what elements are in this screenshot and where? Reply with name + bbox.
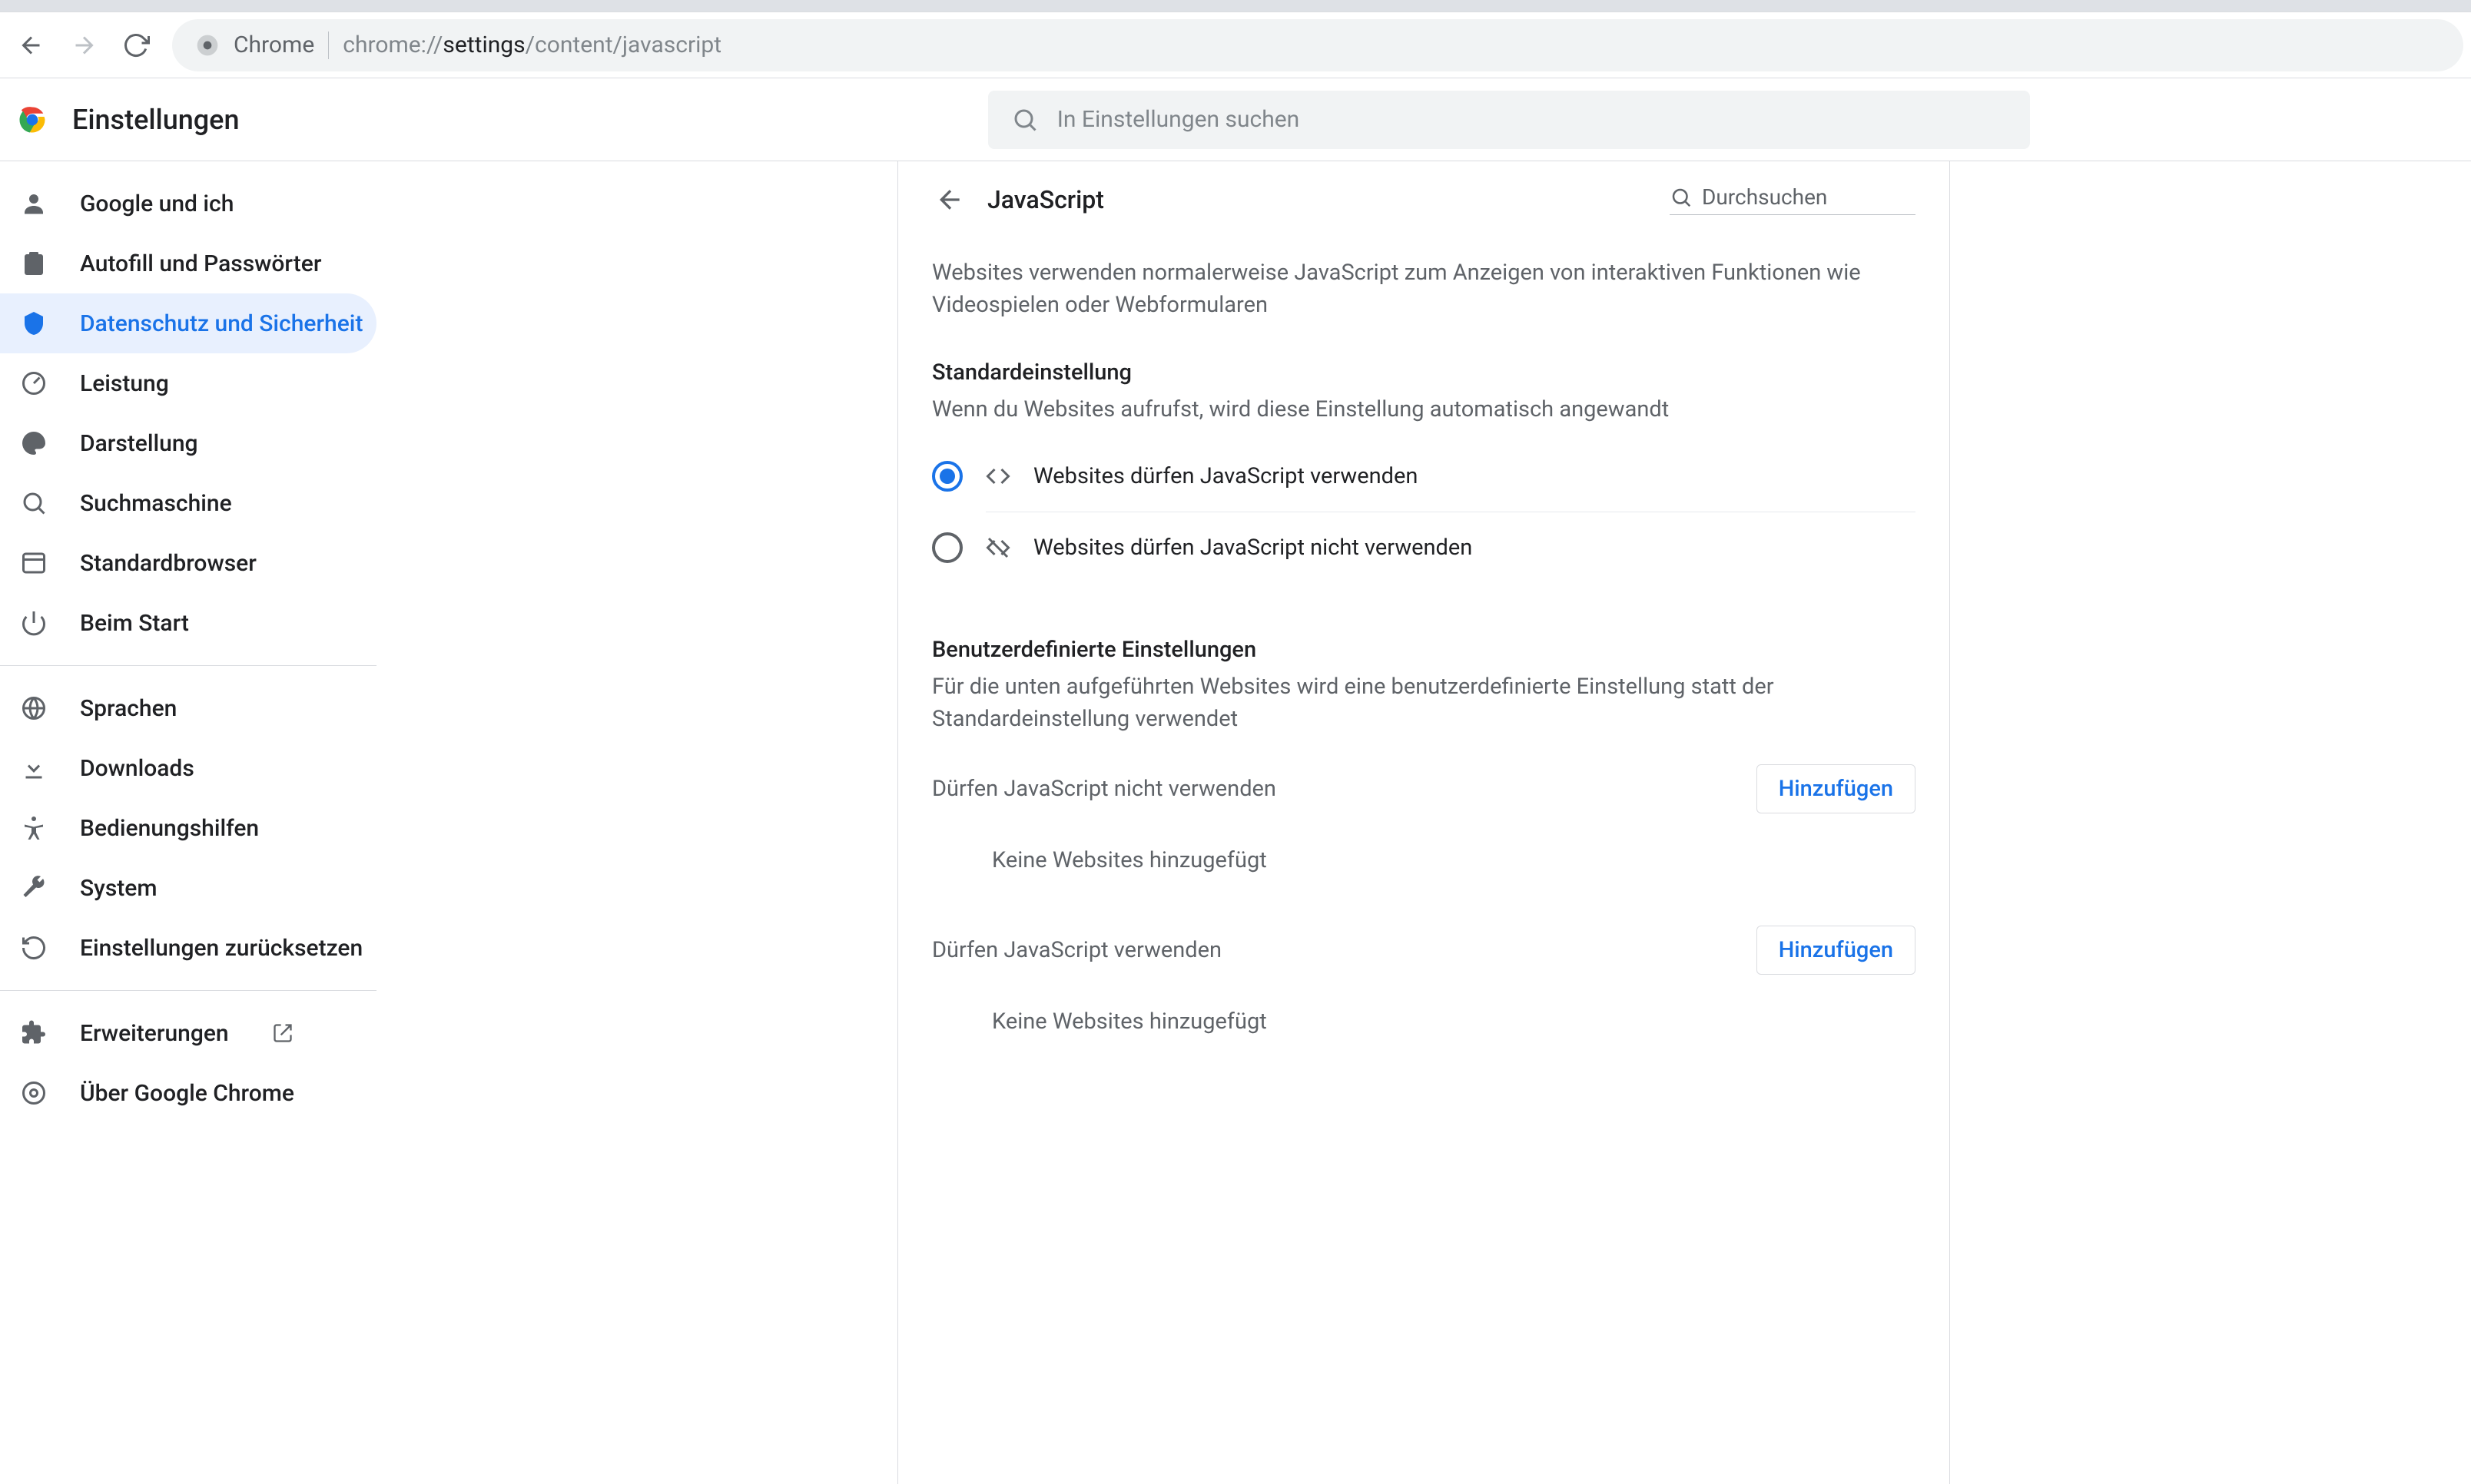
sidebar-item-label: Datenschutz und Sicherheit — [80, 310, 363, 337]
search-icon — [1670, 186, 1693, 209]
wrench-icon — [18, 873, 49, 903]
external-link-icon — [272, 1022, 294, 1044]
speedometer-icon — [18, 368, 49, 399]
blocked-sites-title: Dürfen JavaScript nicht verwenden — [932, 776, 1276, 802]
chrome-logo-icon — [15, 103, 49, 137]
browser-toolbar: Chrome chrome://settings/content/javascr… — [0, 12, 2471, 78]
panel-search-input[interactable]: Durchsuchen — [1670, 184, 1915, 215]
arrow-left-icon — [18, 31, 45, 59]
default-behavior-desc: Wenn du Websites aufrufst, wird diese Ei… — [932, 393, 1915, 426]
omnibox-origin: Chrome — [234, 31, 314, 58]
chrome-icon — [18, 1078, 49, 1108]
sidebar-item-label: Google und ich — [80, 190, 234, 217]
custom-behavior-title: Benutzerdefinierte Einstellungen — [932, 637, 1915, 663]
extension-icon — [18, 1018, 49, 1048]
main-content: JavaScript Durchsuchen Websites verwende… — [376, 161, 2471, 1484]
accessibility-icon — [18, 813, 49, 843]
code-off-icon — [984, 534, 1012, 561]
power-icon — [18, 608, 49, 638]
add-blocked-site-button[interactable]: Hinzufügen — [1756, 764, 1915, 813]
panel-header: JavaScript Durchsuchen — [898, 161, 1949, 238]
sidebar-item-reset[interactable]: Einstellungen zurücksetzen — [0, 918, 376, 978]
clipboard-icon — [18, 248, 49, 279]
radio-indicator — [932, 532, 963, 563]
sidebar-item-label: Downloads — [80, 755, 194, 782]
sidebar-item-label: Autofill und Passwörter — [80, 250, 321, 277]
allowed-sites-title: Dürfen JavaScript verwenden — [932, 937, 1222, 963]
person-icon — [18, 188, 49, 219]
radio-indicator — [932, 461, 963, 492]
sidebar-item-downloads[interactable]: Downloads — [0, 738, 376, 798]
sidebar-item-label: Sprachen — [80, 695, 177, 722]
download-icon — [18, 753, 49, 783]
sidebar-item-label: Standardbrowser — [80, 550, 257, 577]
arrow-left-icon — [935, 184, 966, 215]
sidebar-divider — [0, 665, 376, 666]
panel-back-button[interactable] — [929, 178, 972, 221]
panel-search-placeholder: Durchsuchen — [1702, 184, 1827, 210]
omnibox-url: chrome://settings/content/javascript — [343, 31, 721, 58]
default-behavior-title: Standardeinstellung — [932, 359, 1915, 386]
sidebar-item-system[interactable]: System — [0, 858, 376, 918]
sidebar-divider — [0, 990, 376, 991]
settings-header: Einstellungen In Einstellungen suchen — [0, 78, 2471, 161]
sidebar-item-default-browser[interactable]: Standardbrowser — [0, 533, 376, 593]
radio-label: Websites dürfen JavaScript verwenden — [1033, 463, 1418, 489]
code-icon — [984, 462, 1012, 490]
sidebar-item-appearance[interactable]: Darstellung — [0, 413, 376, 473]
allowed-sites-header: Dürfen JavaScript verwenden Hinzufügen — [932, 904, 1915, 996]
sidebar-item-label: Über Google Chrome — [80, 1080, 294, 1107]
arrow-right-icon — [70, 31, 98, 59]
panel-title: JavaScript — [987, 185, 1104, 214]
sidebar-item-privacy[interactable]: Datenschutz und Sicherheit — [0, 293, 376, 353]
settings-panel: JavaScript Durchsuchen Websites verwende… — [897, 161, 1950, 1484]
page-title: Einstellungen — [72, 104, 240, 136]
sidebar-item-about[interactable]: Über Google Chrome — [0, 1063, 376, 1123]
omnibox-divider — [328, 31, 329, 59]
radio-allow-javascript[interactable]: Websites dürfen JavaScript verwenden — [932, 441, 1915, 512]
reload-button[interactable] — [112, 22, 160, 69]
settings-sidebar: Google und ich Autofill und Passwörter D… — [0, 161, 376, 1484]
sidebar-item-label: Erweiterungen — [80, 1020, 229, 1047]
sidebar-item-search-engine[interactable]: Suchmaschine — [0, 473, 376, 533]
sidebar-item-performance[interactable]: Leistung — [0, 353, 376, 413]
shield-icon — [18, 308, 49, 339]
sidebar-item-accessibility[interactable]: Bedienungshilfen — [0, 798, 376, 858]
browser-tab-strip — [0, 0, 2471, 12]
blocked-sites-empty: Keine Websites hinzugefügt — [932, 835, 1915, 904]
browser-icon — [18, 548, 49, 578]
custom-behavior-desc: Für die unten aufgeführten Websites wird… — [932, 671, 1915, 735]
sidebar-item-label: Suchmaschine — [80, 490, 232, 517]
search-icon — [1011, 106, 1039, 134]
palette-icon — [18, 428, 49, 459]
settings-search-input[interactable]: In Einstellungen suchen — [988, 91, 2030, 149]
default-behavior-radio-group: Websites dürfen JavaScript verwenden Web… — [932, 441, 1915, 583]
add-allowed-site-button[interactable]: Hinzufügen — [1756, 926, 1915, 975]
sidebar-item-extensions[interactable]: Erweiterungen — [0, 1003, 376, 1063]
sidebar-item-label: Leistung — [80, 370, 169, 397]
blocked-sites-header: Dürfen JavaScript nicht verwenden Hinzuf… — [932, 743, 1915, 835]
radio-block-javascript[interactable]: Websites dürfen JavaScript nicht verwend… — [986, 512, 1915, 583]
sidebar-item-languages[interactable]: Sprachen — [0, 678, 376, 738]
allowed-sites-empty: Keine Websites hinzugefügt — [932, 996, 1915, 1065]
globe-icon — [18, 693, 49, 724]
sidebar-item-google[interactable]: Google und ich — [0, 174, 376, 234]
reload-icon — [122, 31, 150, 59]
back-button[interactable] — [8, 22, 55, 69]
sidebar-item-autofill[interactable]: Autofill und Passwörter — [0, 234, 376, 293]
address-bar[interactable]: Chrome chrome://settings/content/javascr… — [172, 19, 2463, 71]
sidebar-item-on-startup[interactable]: Beim Start — [0, 593, 376, 653]
panel-description: Websites verwenden normalerweise JavaScr… — [932, 257, 1915, 321]
chrome-page-icon — [195, 33, 220, 58]
restore-icon — [18, 932, 49, 963]
search-icon — [18, 488, 49, 518]
sidebar-item-label: Einstellungen zurücksetzen — [80, 935, 363, 962]
sidebar-item-label: Darstellung — [80, 430, 198, 457]
sidebar-item-label: System — [80, 875, 158, 902]
search-placeholder: In Einstellungen suchen — [1057, 106, 1299, 133]
radio-label: Websites dürfen JavaScript nicht verwend… — [1033, 535, 1472, 561]
forward-button — [60, 22, 108, 69]
sidebar-item-label: Bedienungshilfen — [80, 815, 259, 842]
sidebar-item-label: Beim Start — [80, 610, 189, 637]
